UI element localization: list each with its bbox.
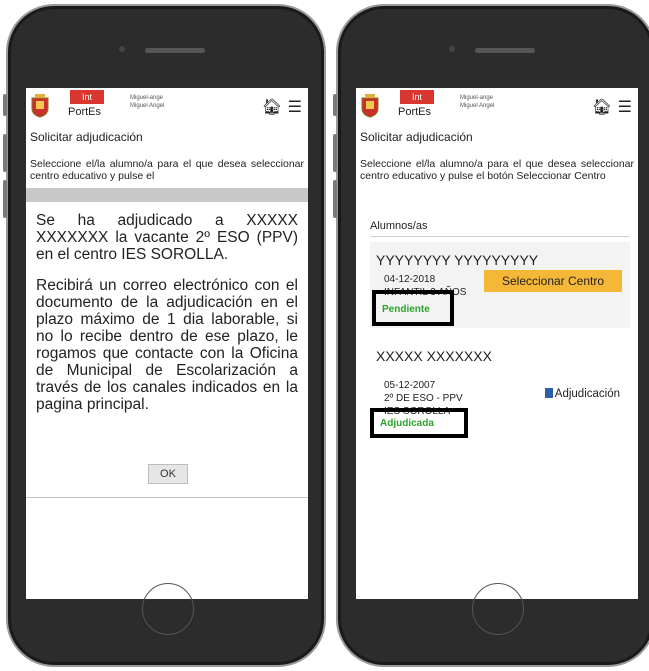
home-button (142, 583, 194, 635)
user-login: Miguel-ange (460, 95, 494, 101)
page-title: Solicitar adjudicación (30, 130, 143, 144)
course-label: 2º DE ESO - PPV (384, 393, 463, 404)
status-badge: Pendiente (382, 304, 430, 315)
home-icon[interactable]: 🏠︎ (592, 97, 612, 117)
select-center-button[interactable]: Seleccionar Centro (484, 270, 622, 292)
phone-left: Int PortEs Miguel-ange Miguel Angel 🏠︎ ☰… (3, 4, 326, 667)
instructions-text: Seleccione el/la alumno/a para el que de… (30, 158, 304, 182)
app-header: Int PortEs Miguel-ange Miguel Angel 🏠︎ ☰ (356, 88, 638, 128)
front-camera (449, 46, 455, 52)
home-icon[interactable]: 🏠︎ (262, 97, 282, 117)
app-name: PortEs (398, 106, 432, 118)
front-camera (119, 46, 125, 52)
screen-right: Int PortEs Miguel-ange Miguel Angel 🏠︎ ☰… (356, 88, 638, 599)
city-crest-icon (361, 94, 379, 118)
user-fullname: Miguel Angel (460, 103, 495, 109)
student-name: XXXXX XXXXXXX (376, 348, 492, 364)
earpiece-speaker (145, 48, 205, 53)
instructions-text: Seleccione el/la alumno/a para el que de… (360, 158, 634, 182)
birth-date: 05-12-2007 (384, 380, 436, 391)
phone-right: Int PortEs Miguel-ange Miguel Angel 🏠︎ ☰… (333, 4, 649, 667)
student-card: YYYYYYYY YYYYYYYYY 04-12-2018 INFANTIL 3… (370, 242, 630, 328)
city-crest-icon (31, 94, 49, 118)
volume-up-button (333, 134, 337, 172)
dialog-message-1: Se ha adjudicado a XXXXX XXXXXXX la vaca… (36, 212, 298, 263)
adjudication-dialog: Se ha adjudicado a XXXXX XXXXXXX la vaca… (26, 202, 308, 498)
int-badge: Int (400, 90, 434, 104)
user-fullname: Miguel Angel (130, 103, 165, 109)
user-info: Miguel-ange Miguel Angel (130, 94, 164, 110)
hamburger-menu-icon[interactable]: ☰ (618, 97, 632, 117)
students-section-label: Alumnos/as (370, 220, 428, 232)
student-card: XXXXX XXXXXXX 05-12-2007 2º DE ESO - PPV… (370, 338, 630, 448)
pdf-icon (544, 388, 553, 398)
user-info: Miguel-ange Miguel Angel (460, 94, 494, 110)
section-divider (370, 236, 630, 237)
birth-date: 04-12-2018 (384, 274, 436, 285)
user-login: Miguel-ange (130, 95, 164, 101)
dialog-message-2: Recibirá un correo electrónico con el do… (36, 277, 298, 413)
page-title: Solicitar adjudicación (360, 130, 473, 144)
mute-switch (3, 94, 7, 116)
screen-left: Int PortEs Miguel-ange Miguel Angel 🏠︎ ☰… (26, 88, 308, 599)
mute-switch (333, 94, 337, 116)
earpiece-speaker (475, 48, 535, 53)
status-badge: Adjudicada (380, 418, 434, 429)
hamburger-menu-icon[interactable]: ☰ (288, 97, 302, 117)
app-header: Int PortEs Miguel-ange Miguel Angel 🏠︎ ☰ (26, 88, 308, 128)
adjudication-link[interactable]: Adjudicación (544, 388, 620, 400)
ok-button[interactable]: OK (148, 464, 188, 484)
volume-up-button (3, 134, 7, 172)
adjudication-link-label: Adjudicación (554, 388, 620, 400)
volume-down-button (333, 180, 337, 218)
modal-overlay-bar (26, 188, 308, 202)
int-badge: Int (70, 90, 104, 104)
home-button (472, 583, 524, 635)
student-name: YYYYYYYY YYYYYYYYY (376, 252, 539, 268)
app-name: PortEs (68, 106, 102, 118)
volume-down-button (3, 180, 7, 218)
